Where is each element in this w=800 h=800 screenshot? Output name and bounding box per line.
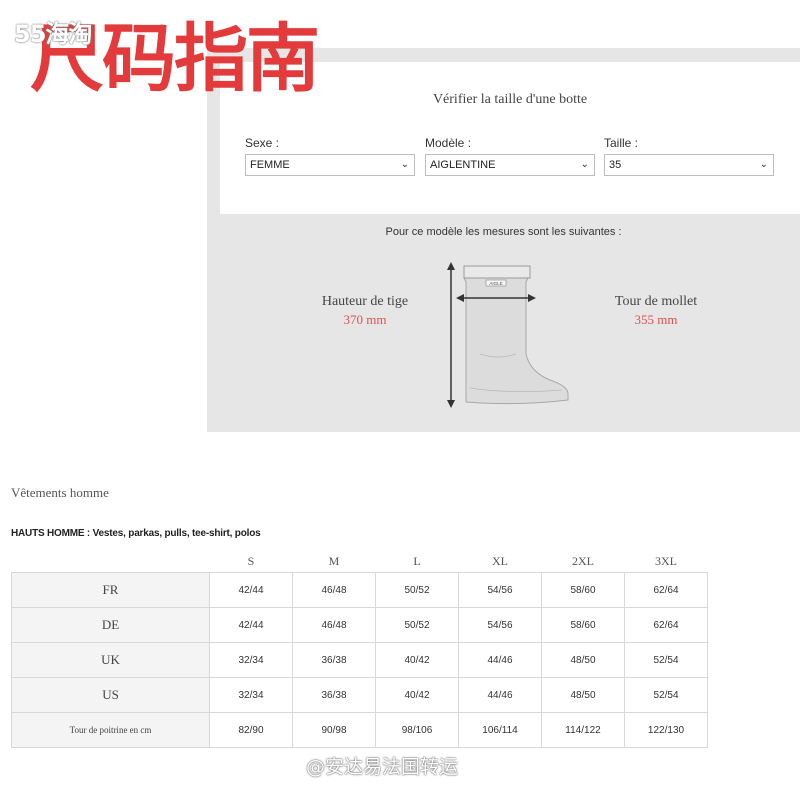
- row-label: Tour de poitrine en cm: [11, 712, 210, 748]
- table-row: DE 42/44 46/48 50/52 54/56 58/60 62/64: [11, 607, 708, 643]
- model-select-value: AIGLENTINE: [430, 159, 496, 171]
- row-label: FR: [11, 572, 210, 608]
- table-cell: 114/122: [541, 712, 625, 748]
- footer-watermark: @安达易法国转运: [306, 756, 459, 778]
- calf-circumference-value: 355 mm: [634, 312, 678, 327]
- size-select-value: 35: [609, 159, 622, 171]
- column-header: XL: [492, 553, 508, 568]
- table-row: FR 42/44 46/48 50/52 54/56 58/60 62/64: [11, 572, 708, 608]
- arrow-right-icon: [528, 294, 536, 302]
- table-cell: 106/114: [458, 712, 542, 748]
- table-cell: 62/64: [624, 572, 708, 608]
- table-cell: 62/64: [624, 607, 708, 643]
- table-cell: 36/38: [292, 677, 376, 713]
- table-cell: 40/42: [375, 642, 459, 678]
- size-table: S M L XL 2XL 3XL FR 42/44 46/48 50/52 54…: [11, 550, 708, 748]
- column-header: 2XL: [572, 553, 594, 568]
- table-cell: 52/54: [624, 642, 708, 678]
- table-cell: 54/56: [458, 607, 542, 643]
- model-select[interactable]: AIGLENTINE ⌄: [425, 154, 595, 176]
- table-cell: 44/46: [458, 642, 542, 678]
- table-cell: 42/44: [209, 572, 293, 608]
- table-cell: 54/56: [458, 572, 542, 608]
- table-cell: 48/50: [541, 642, 625, 678]
- column-header: L: [413, 553, 421, 568]
- size-field: Taille : 35 ⌄: [604, 136, 774, 176]
- column-header: S: [247, 553, 255, 568]
- table-header-row: S M L XL 2XL 3XL: [12, 550, 708, 573]
- boot-collar: [463, 265, 531, 279]
- arrow-down-icon: [447, 400, 455, 408]
- site-watermark: 55海淘: [14, 20, 92, 48]
- section-title: Vêtements homme: [11, 485, 109, 500]
- chevron-down-icon: ⌄: [580, 159, 589, 170]
- table-cell: 52/54: [624, 677, 708, 713]
- table-cell: 48/50: [541, 677, 625, 713]
- table-cell: 32/34: [209, 642, 293, 678]
- sex-select[interactable]: FEMME ⌄: [245, 154, 415, 176]
- table-cell: 32/34: [209, 677, 293, 713]
- sex-select-value: FEMME: [250, 159, 290, 171]
- table-cell: 44/46: [458, 677, 542, 713]
- column-header: 3XL: [655, 553, 677, 568]
- table-cell: 98/106: [375, 712, 459, 748]
- arrow-left-icon: [456, 294, 464, 302]
- boot-outline: [463, 267, 569, 405]
- model-field: Modèle : AIGLENTINE ⌄: [425, 136, 595, 176]
- table-cell: 46/48: [292, 572, 376, 608]
- arrow-up-icon: [447, 262, 455, 270]
- shaft-height-label: Hauteur de tige: [321, 294, 409, 309]
- shaft-height-value: 370 mm: [343, 312, 387, 327]
- row-label: US: [11, 677, 210, 713]
- shaft-height-metric: Hauteur de tige 370 mm: [295, 294, 435, 328]
- boot-brand-text: AIGLE: [489, 281, 502, 286]
- size-select[interactable]: 35 ⌄: [604, 154, 774, 176]
- table-cell: 36/38: [292, 642, 376, 678]
- row-label: UK: [11, 642, 210, 678]
- table-cell: 46/48: [292, 607, 376, 643]
- table-cell: 58/60: [541, 607, 625, 643]
- table-cell: 82/90: [209, 712, 293, 748]
- table-cell: 40/42: [375, 677, 459, 713]
- calf-circumference-metric: Tour de mollet 355 mm: [586, 294, 726, 328]
- model-label: Modèle :: [425, 136, 472, 150]
- table-cell: 42/44: [209, 607, 293, 643]
- sex-label: Sexe :: [245, 136, 280, 150]
- column-header: M: [328, 553, 340, 568]
- table-row: US 32/34 36/38 40/42 44/46 48/50 52/54: [11, 677, 708, 713]
- table-cell: 50/52: [375, 572, 459, 608]
- table-row: Tour de poitrine en cm 82/90 90/98 98/10…: [11, 712, 708, 748]
- calf-circumference-label: Tour de mollet: [614, 294, 698, 309]
- row-label: DE: [11, 607, 210, 643]
- table-cell: 122/130: [624, 712, 708, 748]
- measure-caption: Pour ce modèle les mesures sont les suiv…: [385, 226, 622, 238]
- boot-diagram: AIGLE: [447, 262, 569, 408]
- table-cell: 50/52: [375, 607, 459, 643]
- size-label: Taille :: [604, 136, 639, 150]
- sex-field: Sexe : FEMME ⌄: [245, 136, 415, 176]
- table-corner-cell: [12, 550, 210, 573]
- section-subtitle: HAUTS HOMME : Vestes, parkas, pulls, tee…: [11, 528, 261, 539]
- chevron-down-icon: ⌄: [400, 159, 409, 170]
- table-cell: 58/60: [541, 572, 625, 608]
- chevron-down-icon: ⌄: [759, 159, 768, 170]
- table-cell: 90/98: [292, 712, 376, 748]
- table-row: UK 32/34 36/38 40/42 44/46 48/50 52/54: [11, 642, 708, 678]
